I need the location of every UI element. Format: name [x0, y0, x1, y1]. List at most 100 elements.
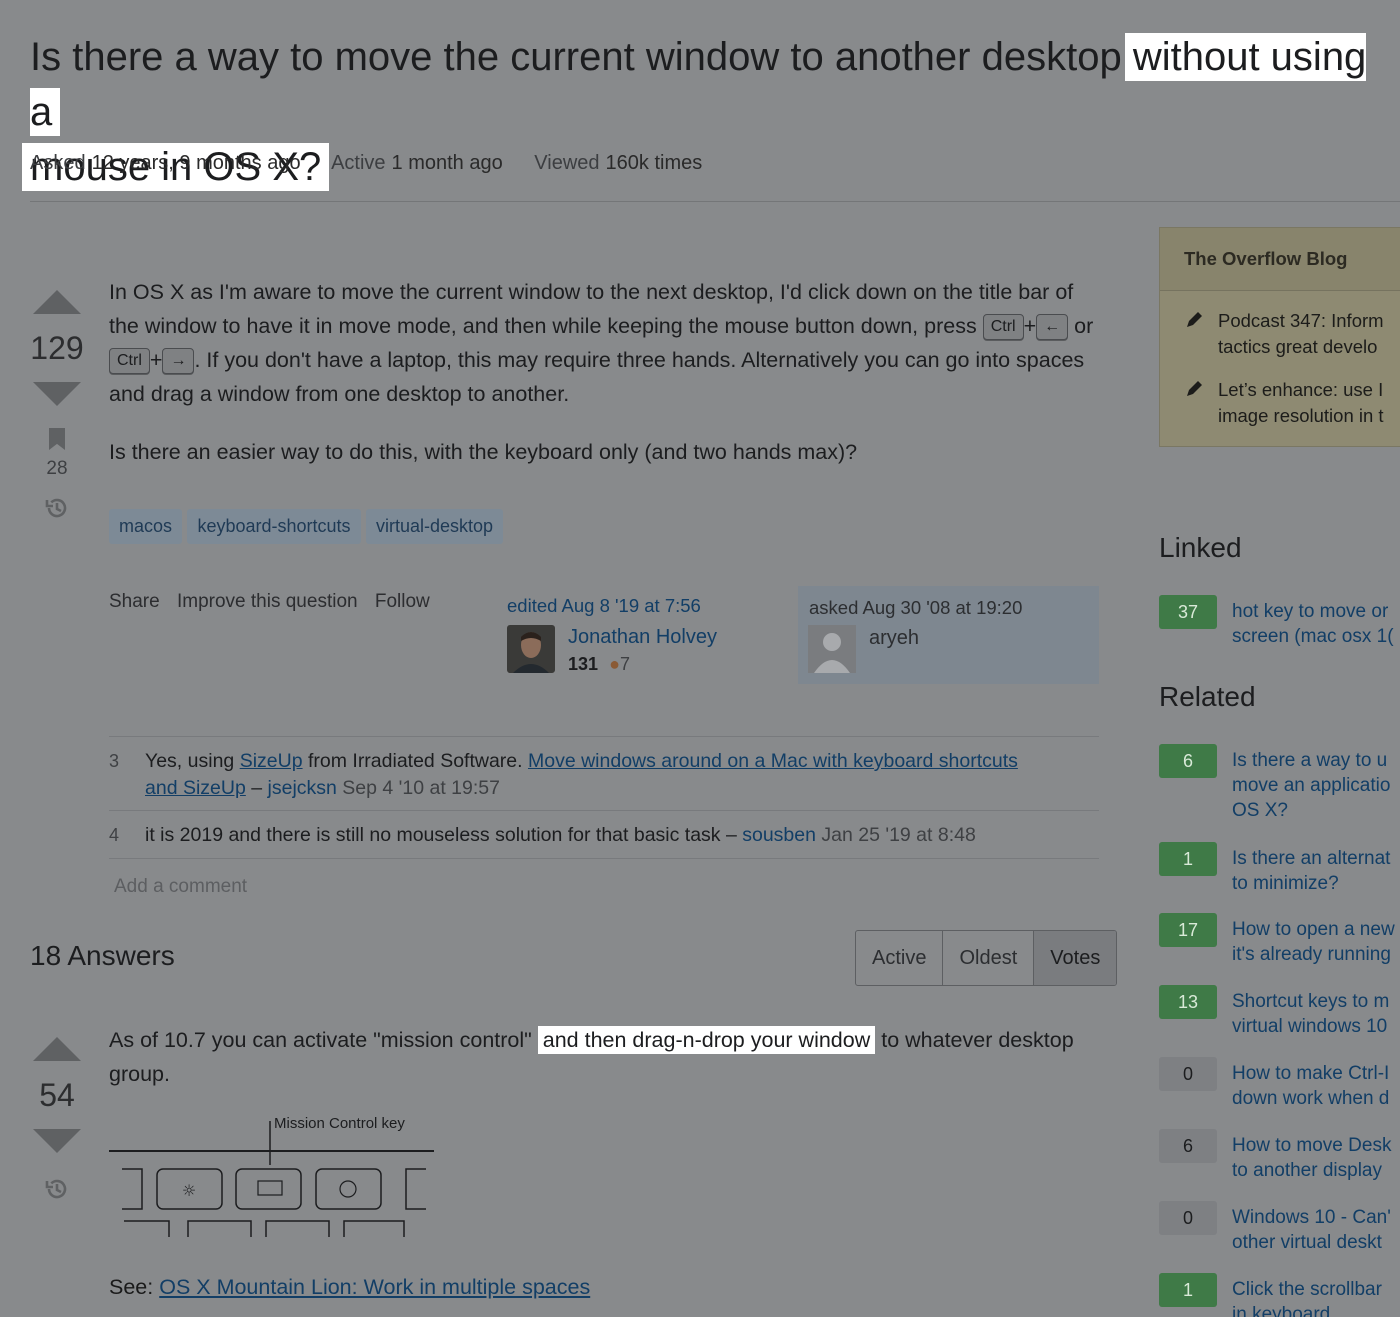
related-title-line1[interactable]: Click the scrollbar — [1232, 1279, 1382, 1300]
related-title-line1[interactable]: Windows 10 - Can' — [1232, 1207, 1391, 1228]
question-paragraph-1: In OS X as I'm aware to move the current… — [109, 275, 1109, 411]
editor-name[interactable]: Jonathan Holvey — [568, 626, 717, 649]
kbd-ctrl: Ctrl — [982, 314, 1024, 340]
related-title[interactable]: Shortcut keys to m virtual windows 10 — [1232, 989, 1400, 1039]
sort-active-tab[interactable]: Active — [856, 931, 944, 985]
tag-virtual-desktop[interactable]: virtual-desktop — [366, 509, 504, 544]
related-title-line2[interactable]: virtual windows 10 — [1232, 1016, 1387, 1037]
comment-text: it is 2019 and there is still no mousele… — [145, 824, 721, 846]
follow-link[interactable]: Follow — [375, 591, 430, 612]
related-title-line2[interactable]: down work when d — [1232, 1088, 1389, 1109]
blog-item-line1[interactable]: Let’s enhance: use I — [1218, 377, 1400, 403]
comment-link-article-cont[interactable]: and SizeUp — [145, 777, 246, 799]
related-title-line2[interactable]: in keyboard — [1232, 1304, 1330, 1317]
comment-date[interactable]: Jan 25 '19 at 8:48 — [821, 824, 975, 846]
related-title[interactable]: How to move Desk to another display — [1232, 1133, 1400, 1183]
comment-text: Yes, using — [145, 750, 240, 772]
linked-title-line1[interactable]: hot key to move or — [1232, 601, 1388, 622]
answer-see-line: See: OS X Mountain Lion: Work in multipl… — [109, 1270, 590, 1304]
linked-question[interactable]: 37 hot key to move or screen (mac osx 1( — [1159, 595, 1400, 651]
comment-body: it is 2019 and there is still no mousele… — [145, 822, 1100, 849]
question-paragraph-2: Is there an easier way to do this, with … — [109, 440, 858, 464]
figure-label: Mission Control key — [274, 1115, 405, 1132]
owner-signature: asked Aug 30 '08 at 19:20 aryeh — [798, 586, 1099, 684]
kbd-plus: + — [1023, 314, 1037, 338]
comment-dash: – — [245, 777, 268, 799]
blog-item-line2[interactable]: tactics great develo — [1218, 334, 1400, 360]
related-question[interactable]: 0 Windows 10 - Can' other virtual deskt — [1159, 1201, 1400, 1257]
comment-user[interactable]: jsejcksn — [268, 777, 337, 799]
related-question[interactable]: 1 Is there an alternat to minimize? — [1159, 842, 1400, 898]
related-title-line1[interactable]: How to move Desk — [1232, 1135, 1391, 1156]
related-title-line1[interactable]: Is there a way to u — [1232, 750, 1387, 771]
tag-keyboard-shortcuts[interactable]: keyboard-shortcuts — [187, 509, 361, 544]
related-title[interactable]: Is there an alternat to minimize? — [1232, 846, 1400, 896]
sort-oldest-tab[interactable]: Oldest — [943, 931, 1035, 985]
comment-dash: – — [720, 824, 743, 846]
answer-highlight[interactable]: and then drag-n-drop your window — [537, 1026, 876, 1054]
mission-control-key-figure: Mission Control key ☼ — [109, 1115, 434, 1237]
comments-divider — [109, 810, 1099, 811]
question-meta: Asked 12 years, 9 months ago Active 1 mont… — [30, 152, 728, 175]
svg-text:☼: ☼ — [182, 1181, 196, 1200]
upvote-arrow-icon[interactable] — [33, 1037, 81, 1061]
improve-question-link[interactable]: Improve this question — [177, 591, 358, 612]
related-heading: Related — [1159, 681, 1256, 712]
owner-name[interactable]: aryeh — [869, 627, 919, 650]
history-icon[interactable] — [43, 1175, 71, 1203]
related-question[interactable]: 6 Is there a way to u move an applicatio O… — [1159, 744, 1400, 828]
answers-count-heading: 18 Answers — [30, 940, 175, 971]
question-text-a: In OS X as I'm aware to move the current… — [109, 280, 1074, 338]
see-link[interactable]: OS X Mountain Lion: Work in multiple spa… — [159, 1275, 590, 1299]
related-title-line2[interactable]: to minimize? — [1232, 873, 1339, 894]
blog-item-line2[interactable]: image resolution in t — [1218, 403, 1400, 429]
related-title-line2[interactable]: other virtual deskt — [1232, 1232, 1382, 1253]
related-score: 13 — [1159, 985, 1217, 1019]
bookmark-icon[interactable] — [49, 428, 65, 450]
related-question[interactable]: 6 How to move Desk to another display — [1159, 1129, 1400, 1185]
comment-body: Yes, using SizeUp from Irradiated Softwa… — [145, 748, 1100, 802]
related-score: 6 — [1159, 1129, 1217, 1163]
related-question[interactable]: 1 Click the scrollbar in keyboard — [1159, 1273, 1400, 1317]
related-title[interactable]: How to open a new it's already running — [1232, 917, 1400, 967]
linked-title-line2[interactable]: screen (mac osx 1( — [1232, 626, 1394, 647]
related-title[interactable]: How to make Ctrl-I down work when d — [1232, 1061, 1400, 1111]
sort-votes-tab[interactable]: Votes — [1034, 931, 1117, 985]
related-question[interactable]: 17 How to open a new it's already running — [1159, 913, 1400, 969]
share-link[interactable]: Share — [109, 591, 160, 612]
related-question[interactable]: 13 Shortcut keys to m virtual windows 10 — [1159, 985, 1400, 1041]
asked-label: Asked — [30, 152, 86, 174]
add-comment-link[interactable]: Add a comment — [114, 876, 247, 898]
comments-divider-bottom — [109, 858, 1099, 859]
answer-body: As of 10.7 you can activate "mission con… — [109, 1023, 1109, 1091]
upvote-arrow-icon[interactable] — [33, 290, 81, 314]
edited-timestamp[interactable]: edited Aug 8 '19 at 7:56 — [507, 595, 701, 617]
related-question[interactable]: 0 How to make Ctrl-I down work when d — [1159, 1057, 1400, 1113]
active-value[interactable]: 1 month ago — [392, 152, 503, 174]
comment-date[interactable]: Sep 4 '10 at 19:57 — [342, 777, 500, 799]
related-title-line3[interactable]: OS X? — [1232, 800, 1288, 821]
downvote-arrow-icon[interactable] — [33, 382, 81, 406]
blog-item-line1[interactable]: Podcast 347: Inform — [1218, 308, 1400, 334]
downvote-arrow-icon[interactable] — [33, 1129, 81, 1153]
related-title-line2[interactable]: to another display — [1232, 1160, 1382, 1181]
history-icon[interactable] — [43, 494, 71, 522]
comment-link-article[interactable]: Move windows around on a Mac with keyboa… — [528, 750, 1018, 772]
related-title[interactable]: Click the scrollbar in keyboard — [1232, 1277, 1400, 1317]
comment-user[interactable]: sousben — [742, 824, 816, 846]
related-title-line1[interactable]: Shortcut keys to m — [1232, 991, 1389, 1012]
title-text-part1[interactable]: Is there a way to move the current windo… — [30, 35, 1122, 79]
related-title-line1[interactable]: Is there an alternat — [1232, 848, 1390, 869]
related-title[interactable]: Windows 10 - Can' other virtual deskt — [1232, 1205, 1400, 1255]
related-title[interactable]: Is there a way to u move an applicatio OS … — [1232, 748, 1400, 823]
comment-link-sizeup[interactable]: SizeUp — [240, 750, 303, 772]
related-title-line2[interactable]: move an applicatio — [1232, 775, 1390, 796]
tag-macos[interactable]: macos — [109, 509, 183, 544]
owner-avatar[interactable] — [808, 625, 856, 673]
editor-avatar[interactable] — [507, 625, 555, 673]
related-title-line1[interactable]: How to make Ctrl-I — [1232, 1063, 1389, 1084]
linked-title[interactable]: hot key to move or screen (mac osx 1( — [1232, 599, 1400, 649]
related-title-line1[interactable]: How to open a new — [1232, 919, 1395, 940]
blog-title: The Overflow Blog — [1160, 228, 1400, 291]
related-title-line2[interactable]: it's already running — [1232, 944, 1391, 965]
